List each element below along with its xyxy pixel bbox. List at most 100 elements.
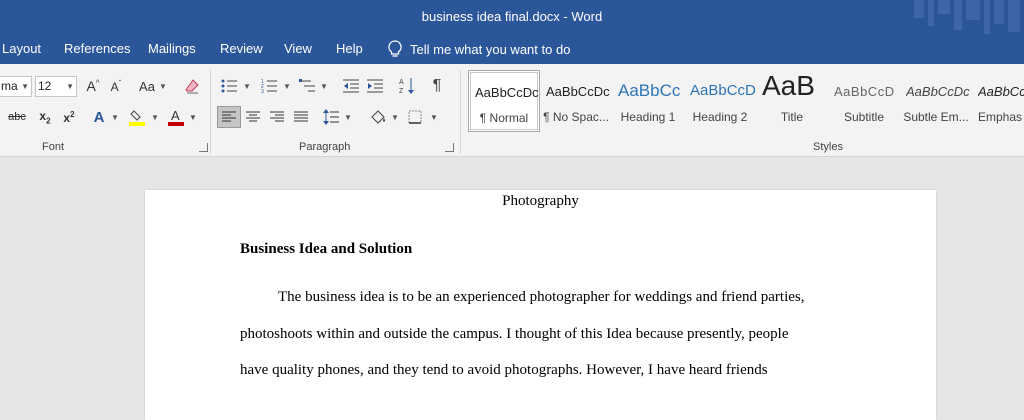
style-name: ¶ Normal	[479, 111, 529, 125]
tab-references[interactable]: References	[64, 41, 130, 56]
tab-review[interactable]: Review	[220, 41, 263, 56]
change-case-button[interactable]: Aa	[134, 75, 160, 97]
tell-me-search[interactable]: Tell me what you want to do	[388, 39, 570, 59]
svg-text:3: 3	[261, 89, 264, 93]
subscript-button[interactable]: x2	[34, 106, 56, 128]
tab-help[interactable]: Help	[336, 41, 363, 56]
decrease-indent-icon	[343, 79, 359, 93]
document-page[interactable]: Photography Business Idea and Solution T…	[145, 190, 936, 420]
align-right-icon	[270, 111, 284, 122]
style-name: Heading 2	[692, 110, 748, 124]
font-color-icon: A	[168, 108, 184, 126]
font-size-box[interactable]: 12 ▼	[35, 76, 77, 97]
group-divider	[460, 70, 461, 154]
bullets-button[interactable]	[218, 75, 240, 97]
font-color-button[interactable]: A	[164, 106, 188, 128]
tab-layout[interactable]: Layout	[2, 41, 41, 56]
svg-text:A: A	[399, 79, 404, 86]
window-title: business idea final.docx - Word	[421, 9, 603, 24]
borders-icon	[408, 110, 422, 124]
chevron-down-icon: ▼	[66, 82, 74, 91]
superscript-button[interactable]: x2	[58, 106, 80, 128]
ribbon: ma ▼ 12 ▼ A^ Aˇ Aa ▼ abc x2 x2 A ▼ ▼ A ▼…	[0, 64, 1024, 157]
style-heading-1[interactable]: AaBbCc Heading 1	[612, 70, 684, 132]
font-name-value: ma	[1, 79, 18, 93]
sort-icon: AZ	[399, 78, 414, 95]
style-name: Subtitle	[843, 110, 885, 124]
pilcrow-icon: ¶	[432, 77, 442, 94]
chevron-down-icon: ▼	[391, 113, 399, 122]
style-subtitle[interactable]: AaBbCcD Subtitle	[828, 70, 900, 132]
chevron-down-icon: ▼	[189, 113, 197, 122]
style-name: Title	[780, 110, 804, 124]
chevron-down-icon: ▼	[430, 113, 438, 122]
eraser-icon	[185, 79, 199, 94]
justify-icon	[294, 111, 308, 122]
show-formatting-button[interactable]: ¶	[426, 75, 448, 97]
font-name-box[interactable]: ma ▼	[0, 76, 32, 97]
chevron-down-icon: ▼	[159, 82, 167, 91]
line-spacing-button[interactable]	[320, 106, 342, 128]
clear-formatting-button[interactable]	[180, 75, 204, 97]
style-emphasis[interactable]: AaBbCc Emphas	[972, 70, 1024, 132]
chevron-down-icon: ▼	[320, 82, 328, 91]
style-sample: AaBbCc	[618, 81, 681, 100]
font-dialog-launcher[interactable]	[199, 143, 208, 152]
numbering-button[interactable]: 123	[258, 75, 280, 97]
shading-button[interactable]	[366, 106, 390, 128]
styles-group-label: Styles	[813, 141, 843, 153]
style-sample: AaBbCcDc	[906, 84, 970, 99]
highlight-button[interactable]	[125, 106, 149, 128]
shrink-font-icon: Aˇ	[110, 78, 122, 94]
ribbon-tabs: Layout References Mailings Review View H…	[0, 34, 1024, 64]
tab-view[interactable]: View	[284, 41, 312, 56]
chevron-down-icon: ▼	[243, 82, 251, 91]
paragraph-line: The business idea is to be an experience…	[278, 289, 805, 305]
sort-button[interactable]: AZ	[396, 75, 418, 97]
chevron-down-icon: ▼	[151, 113, 159, 122]
chevron-down-icon: ▼	[344, 113, 352, 122]
subscript-icon: x2	[39, 108, 51, 126]
shrink-font-button[interactable]: Aˇ	[106, 75, 126, 97]
style-sample: AaBbCcD	[834, 84, 895, 99]
document-canvas: Photography Business Idea and Solution T…	[0, 157, 1024, 420]
tab-mailings[interactable]: Mailings	[148, 41, 196, 56]
multilevel-list-button[interactable]	[296, 75, 318, 97]
align-left-button[interactable]	[217, 106, 241, 128]
style-heading-2[interactable]: AaBbCcD Heading 2	[684, 70, 756, 132]
align-center-button[interactable]	[242, 106, 264, 128]
line-spacing-icon	[323, 109, 339, 125]
grow-font-button[interactable]: A^	[82, 75, 104, 97]
section-heading: Business Idea and Solution	[240, 241, 413, 257]
style-title[interactable]: AaB Title	[756, 70, 828, 132]
increase-indent-button[interactable]	[364, 75, 386, 97]
bullets-icon	[221, 79, 237, 93]
justify-button[interactable]	[290, 106, 312, 128]
style-sample: AaBbCcD	[690, 82, 756, 99]
text-effects-icon: A	[93, 108, 105, 126]
page-header: Photography	[502, 193, 579, 209]
title-bar-decoration	[914, 0, 1020, 34]
paragraph-dialog-launcher[interactable]	[445, 143, 454, 152]
decrease-indent-button[interactable]	[340, 75, 362, 97]
strikethrough-button[interactable]: abc	[2, 106, 32, 128]
style-name: Subtle Em...	[903, 110, 969, 124]
lightbulb-icon	[388, 40, 402, 57]
style-sample: AaBbCcDc	[546, 84, 610, 99]
title-bar: business idea final.docx - Word	[0, 0, 1024, 34]
svg-text:A: A	[171, 108, 180, 123]
style-no-spacing[interactable]: AaBbCcDc ¶ No Spac...	[540, 70, 612, 132]
style-normal[interactable]: AaBbCcDc ¶ Normal	[468, 70, 540, 132]
numbering-icon: 123	[261, 79, 277, 93]
style-name: ¶ No Spac...	[543, 110, 609, 124]
svg-text:Z: Z	[399, 88, 404, 95]
style-subtle-emphasis[interactable]: AaBbCcDc Subtle Em...	[900, 70, 972, 132]
align-right-button[interactable]	[266, 106, 288, 128]
style-sample: AaBbCc	[978, 84, 1024, 99]
borders-button[interactable]	[404, 106, 426, 128]
superscript-icon: x2	[63, 109, 75, 125]
align-left-icon	[222, 111, 236, 122]
paragraph-group-label: Paragraph	[299, 141, 351, 153]
style-name: Emphas	[978, 110, 1023, 124]
text-effects-button[interactable]: A	[88, 106, 110, 128]
